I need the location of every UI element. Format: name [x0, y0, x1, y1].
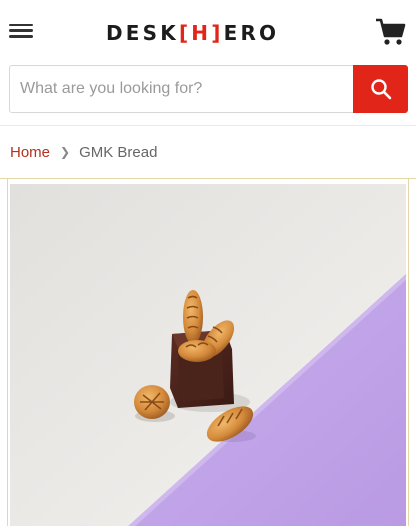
- chevron-right-icon: ❯: [60, 145, 71, 159]
- header-divider: [0, 125, 416, 126]
- hamburger-menu-icon[interactable]: [8, 20, 34, 44]
- shopping-cart-icon[interactable]: [374, 16, 406, 48]
- site-logo[interactable]: DESK [H] ERO: [106, 21, 279, 45]
- search-input[interactable]: [10, 66, 353, 112]
- search-icon: [370, 79, 391, 100]
- logo-text-ero: ERO: [223, 21, 280, 45]
- logo-text-desk: DESK: [106, 21, 179, 45]
- search-bar: [9, 65, 408, 113]
- site-header: DESK [H] ERO: [0, 0, 416, 64]
- breadcrumb: Home ❯ GMK Bread: [10, 142, 157, 162]
- breadcrumb-current-page: GMK Bread: [79, 143, 158, 161]
- product-gallery: [0, 178, 416, 526]
- logo-text-h: [H]: [178, 21, 224, 45]
- search-button[interactable]: [353, 65, 408, 113]
- breadcrumb-home-link[interactable]: Home: [10, 144, 50, 161]
- product-image[interactable]: [10, 184, 406, 526]
